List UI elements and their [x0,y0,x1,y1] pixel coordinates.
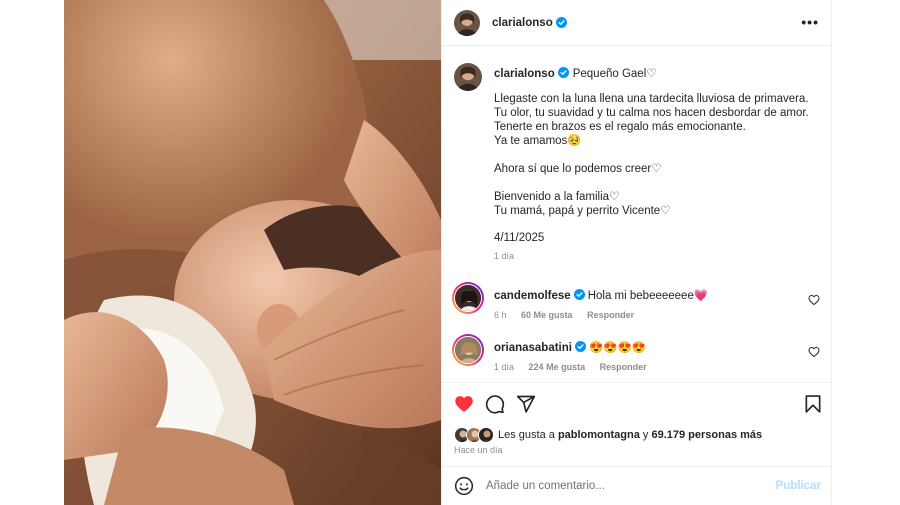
post-actions-bar: Les gusta a pablomontagna y 69.179 perso… [442,382,833,466]
comment-text: Hola mi bebeeeeeee💗 [587,290,709,302]
comment-item: candemolfese Hola mi bebeeeeeee💗 6 h 60 M… [452,282,824,320]
post-photo[interactable] [64,0,441,505]
verified-badge-icon [557,67,569,78]
likes-summary: Les gusta a pablomontagna y 69.179 perso… [454,427,762,443]
comment-likes[interactable]: 60 Me gusta [521,310,573,320]
verified-badge-icon [574,341,586,352]
bookmark-icon[interactable] [803,394,823,414]
comment-icon[interactable] [485,394,505,414]
more-options-icon[interactable]: ••• [801,14,819,30]
post-age[interactable]: Hace un día [454,445,503,455]
caption-author-username[interactable]: clarialonso [494,68,555,80]
publish-button[interactable]: Publicar [776,480,821,492]
heart-filled-icon[interactable] [454,394,474,414]
comment-like-icon[interactable] [808,294,820,306]
liker-avatar [478,427,494,443]
likes-others-count[interactable]: 69.179 personas más [651,429,762,441]
post-detail-panel: clarialonso ••• clarialonso Pequeño Gael♡… [441,0,833,505]
caption-text: Llegaste con la luna llena una tardecita… [494,93,809,217]
share-icon[interactable] [516,394,536,414]
comment-item: orianasabatini 😍😍😍😍 1 día 224 Me gusta Re… [452,334,824,372]
comment-text: 😍😍😍😍 [588,342,647,354]
verified-badge-icon [555,17,567,28]
likes-connector: y [642,429,649,441]
likes-prefix: Les gusta a [498,429,555,441]
likers-avatar-stack[interactable] [454,427,494,443]
emoji-icon[interactable] [454,476,474,496]
caption-author-avatar[interactable] [454,63,482,91]
post-caption: clarialonso Pequeño Gael♡ Llegaste con la… [454,60,824,261]
author-username[interactable]: clarialonso [492,17,553,29]
caption-date: 4/11/2025 [494,232,545,244]
comment-input[interactable] [486,480,776,492]
comment-time[interactable]: 6 h [494,310,507,320]
liker-username[interactable]: pablomontagna [558,429,640,441]
story-ring[interactable] [452,334,484,366]
verified-badge-icon [573,289,585,300]
commenter-avatar [454,336,482,364]
commenter-username[interactable]: candemolfese [494,290,571,302]
caption-timestamp[interactable]: 1 día [494,251,824,261]
post-header: clarialonso ••• [442,0,833,46]
author-avatar[interactable] [454,9,480,36]
reply-button[interactable]: Responder [600,362,647,372]
story-ring[interactable] [452,282,484,314]
add-comment-bar: Publicar [442,466,833,505]
comment-likes[interactable]: 224 Me gusta [529,362,586,372]
comment-time[interactable]: 1 día [494,362,514,372]
newborn-photo-image [64,0,441,505]
reply-button[interactable]: Responder [587,310,634,320]
caption-title: Pequeño Gael♡ [572,68,657,80]
commenter-avatar [454,284,482,312]
comment-like-icon[interactable] [808,346,820,358]
commenter-username[interactable]: orianasabatini [494,342,572,354]
